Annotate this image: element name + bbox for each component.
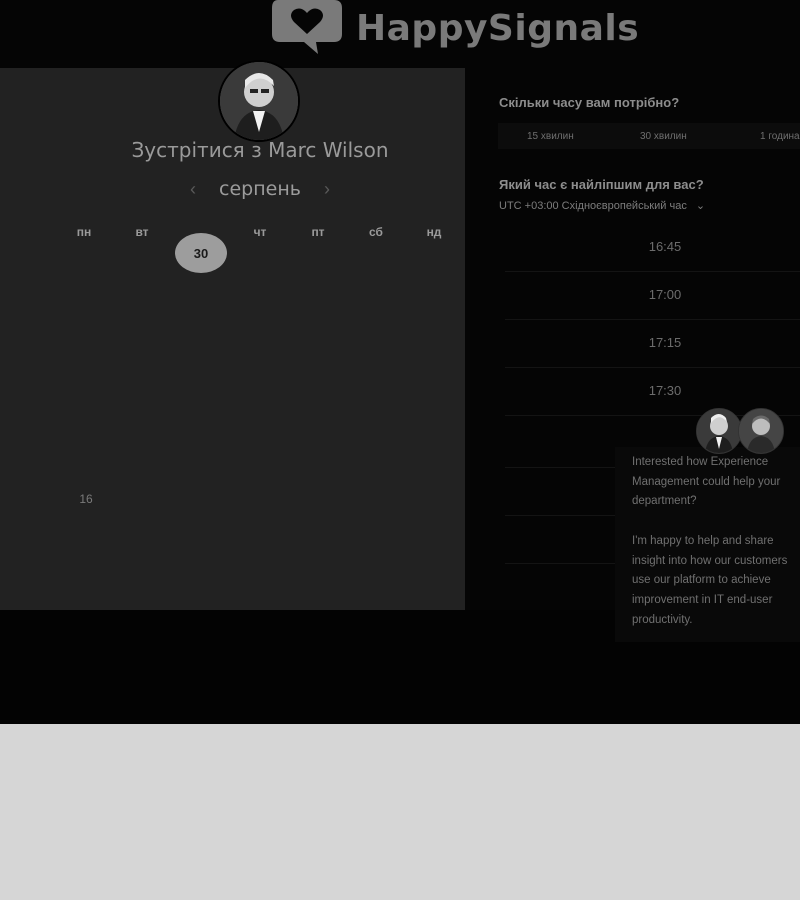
chevron-left-icon[interactable]: ‹	[190, 179, 196, 200]
time-question: Який час є найліпшим для вас?	[499, 177, 704, 192]
brand-name: HappySignals	[356, 7, 640, 49]
time-slot-1730[interactable]: 17:30	[625, 383, 705, 398]
calendar-day[interactable]: 16	[66, 492, 106, 506]
meeting-title: Зустрітися з Marc Wilson	[131, 138, 389, 162]
weekday-sun: нд	[426, 225, 442, 239]
weekday-sat: сб	[369, 225, 383, 239]
month-navigation: ‹ серпень ›	[190, 177, 330, 201]
top-bar: HappySignals	[0, 0, 800, 68]
chat-agent-avatar[interactable]	[738, 408, 784, 454]
weekday-thu: чт	[253, 225, 267, 239]
person-photo-icon	[220, 62, 298, 140]
timezone-select[interactable]: UTC +03:00 Східноєвропейський час ⌄	[499, 199, 705, 212]
selected-day[interactable]: 30	[175, 233, 227, 273]
duration-option-60[interactable]: 1 година	[760, 131, 800, 142]
chat-message: Interested how Experience Management cou…	[632, 456, 788, 626]
caret-down-icon: ⌄	[695, 200, 706, 212]
duration-option-30[interactable]: 30 хвилин	[640, 131, 687, 142]
host-avatar	[218, 60, 300, 142]
chevron-right-icon[interactable]: ›	[324, 179, 330, 200]
person-photo-icon	[739, 409, 783, 453]
chat-agent-avatar[interactable]	[696, 408, 742, 454]
month-label: серпень	[219, 178, 301, 200]
time-slot-1700[interactable]: 17:00	[625, 287, 705, 302]
weekday-tue: вт	[135, 225, 149, 239]
timezone-label: UTC +03:00 Східноєвропейський час	[499, 200, 687, 212]
heart-chat-icon	[272, 0, 342, 54]
brand-logo[interactable]: HappySignals	[270, 0, 639, 56]
time-slot-1715[interactable]: 17:15	[625, 335, 705, 350]
time-slot-1645[interactable]: 16:45	[625, 239, 705, 254]
duration-option-15[interactable]: 15 хвилин	[527, 131, 574, 142]
weekday-mon: пн	[76, 225, 92, 239]
duration-question: Скільки часу вам потрібно?	[499, 95, 680, 110]
person-photo-icon	[697, 409, 741, 453]
weekday-fri: пт	[311, 225, 325, 239]
